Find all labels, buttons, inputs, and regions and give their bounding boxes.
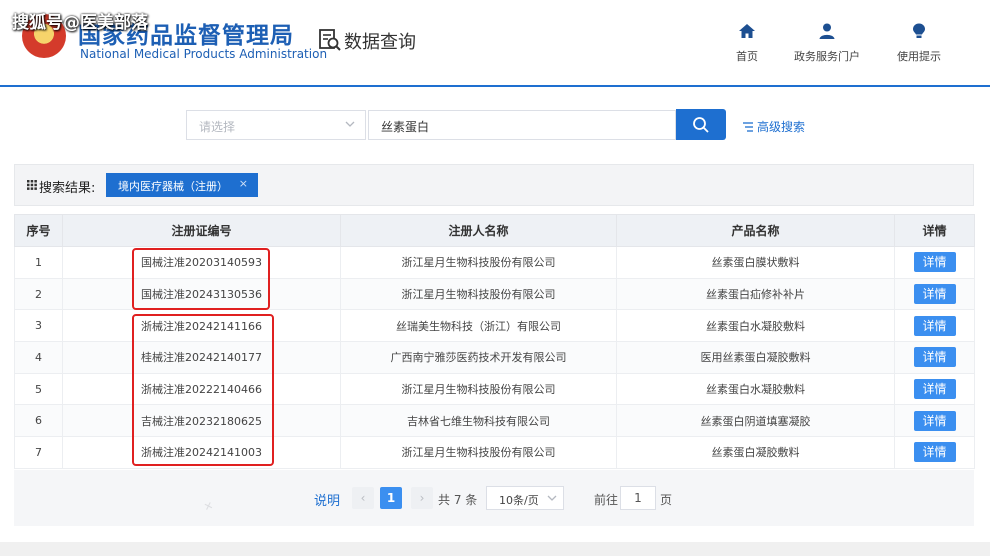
grid-icon — [27, 180, 37, 190]
pagination-note[interactable]: 说明 — [314, 490, 340, 509]
category-select[interactable]: 请选择 — [186, 110, 366, 140]
detail-button[interactable]: 详情 — [913, 442, 956, 463]
watermark-text: 搜狐号@医美部落 — [12, 13, 148, 33]
close-icon[interactable]: × — [239, 177, 248, 190]
detail-button[interactable]: 详情 — [913, 410, 956, 431]
row-product: 医用丝素蛋白凝胶敷料 — [616, 341, 895, 374]
col-header-registrant: 注册人名称 — [340, 214, 617, 247]
goto-page-input[interactable]: 1 — [620, 486, 656, 510]
row-product: 丝素蛋白凝胶敷料 — [616, 436, 895, 469]
page-size-select[interactable]: 10条/页 — [486, 486, 564, 510]
next-page-button[interactable]: › — [411, 487, 433, 509]
nav-tips-label: 使用提示 — [897, 50, 941, 63]
prev-page-button[interactable]: ‹ — [352, 487, 374, 509]
row-no: 3 — [14, 309, 63, 343]
category-select-placeholder: 请选择 — [199, 120, 236, 134]
org-name-en: National Medical Products Administration — [80, 47, 328, 61]
search-input-value: 丝素蛋白 — [381, 120, 430, 134]
table-header-row: 序号 注册证编号 注册人名称 产品名称 详情 — [14, 214, 975, 247]
row-product: 丝素蛋白水凝胶敷料 — [616, 372, 895, 406]
row-detail-cell: 详情 — [894, 404, 975, 438]
row-detail-cell: 详情 — [894, 309, 975, 343]
filter-tag-label: 境内医疗器械（注册） — [118, 180, 228, 193]
row-no: 7 — [14, 436, 63, 469]
col-header-detail: 详情 — [894, 214, 975, 247]
row-registrant: 浙江星月生物科技股份有限公司 — [340, 246, 617, 279]
advanced-search-link[interactable]: 高级搜索 — [742, 118, 805, 135]
row-registrant: 吉林省七维生物科技有限公司 — [340, 404, 617, 438]
row-registrant: 浙江星月生物科技股份有限公司 — [340, 277, 617, 311]
row-registrant: 浙江星月生物科技股份有限公司 — [340, 436, 617, 469]
search-button[interactable] — [676, 109, 726, 140]
total-count: 共 7 条 — [438, 493, 478, 507]
row-detail-cell: 详情 — [894, 246, 975, 279]
detail-button[interactable]: 详情 — [913, 315, 956, 336]
nav-service-portal[interactable]: 政务服务门户 — [787, 22, 867, 64]
detail-button[interactable]: 详情 — [913, 284, 956, 305]
pagination: ✕ 说明 ‹ 1 › 共 7 条 10条/页 前往 1 页 — [14, 470, 974, 526]
section-title: 数据查询 — [344, 32, 416, 53]
home-icon — [739, 24, 755, 38]
row-registrant: 丝瑞美生物科技（浙江）有限公司 — [340, 309, 617, 343]
highlight-box-national — [132, 248, 270, 310]
row-no: 5 — [14, 372, 63, 406]
bulb-icon — [913, 23, 925, 38]
filter-tag[interactable]: 境内医疗器械（注册） × — [106, 173, 258, 197]
row-product: 丝素蛋白阴道填塞凝胶 — [616, 404, 895, 438]
search-icon — [693, 117, 709, 133]
goto-label: 前往 — [594, 493, 619, 507]
row-registrant: 广西南宁雅莎医药技术开发有限公司 — [340, 341, 617, 374]
results-bar: 搜索结果: 境内医疗器械（注册） × — [14, 164, 974, 206]
chevron-down-icon — [345, 121, 355, 127]
row-no: 2 — [14, 277, 63, 311]
data-query-icon — [319, 29, 341, 51]
row-no: 6 — [14, 404, 63, 438]
detail-button[interactable]: 详情 — [913, 347, 956, 368]
row-detail-cell: 详情 — [894, 341, 975, 374]
nav-tips[interactable]: 使用提示 — [879, 22, 959, 64]
row-no: 4 — [14, 341, 63, 374]
row-product: 丝素蛋白膜状敷料 — [616, 246, 895, 279]
highlight-box-provincial — [132, 314, 274, 466]
col-header-product: 产品名称 — [616, 214, 895, 247]
col-header-cert: 注册证编号 — [62, 214, 341, 247]
bottom-strip — [0, 542, 990, 556]
nav-home-label: 首页 — [736, 50, 758, 63]
row-product: 丝素蛋白水凝胶敷料 — [616, 309, 895, 343]
row-detail-cell: 详情 — [894, 372, 975, 406]
page-size-value: 10条/页 — [499, 494, 539, 507]
user-icon — [819, 23, 835, 39]
filter-lines-icon — [743, 122, 753, 132]
faint-watermark-mark: ✕ — [202, 498, 216, 515]
nav-home[interactable]: 首页 — [707, 22, 787, 64]
chevron-down-icon — [547, 495, 557, 501]
nav-service-portal-label: 政务服务门户 — [794, 50, 860, 63]
search-input[interactable]: 丝素蛋白 — [368, 110, 676, 140]
row-registrant: 浙江星月生物科技股份有限公司 — [340, 372, 617, 406]
row-no: 1 — [14, 246, 63, 279]
row-detail-cell: 详情 — [894, 436, 975, 469]
row-product: 丝素蛋白疝修补补片 — [616, 277, 895, 311]
detail-button[interactable]: 详情 — [913, 252, 956, 273]
col-header-no: 序号 — [14, 214, 63, 247]
row-detail-cell: 详情 — [894, 277, 975, 311]
advanced-search-label: 高级搜索 — [757, 120, 806, 134]
page-suffix: 页 — [660, 493, 673, 507]
current-page-button[interactable]: 1 — [380, 487, 402, 509]
results-label: 搜索结果: — [39, 181, 96, 196]
detail-button[interactable]: 详情 — [913, 379, 956, 400]
site-header: 国家药品监督管理局 National Medical Products Admi… — [0, 0, 990, 86]
header-divider — [0, 85, 990, 87]
